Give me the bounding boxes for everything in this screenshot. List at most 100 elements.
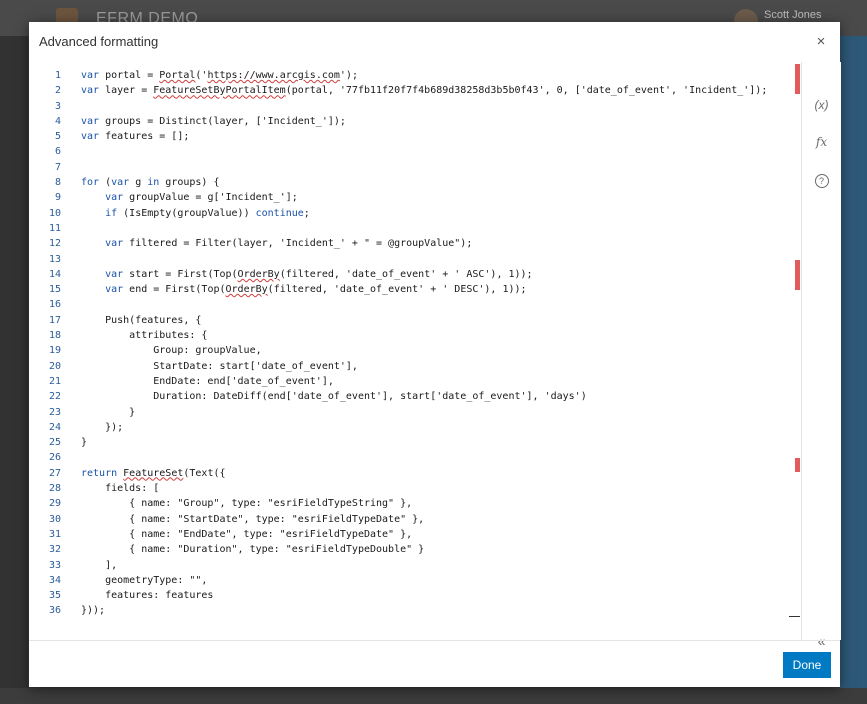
code-line[interactable]: { name: "StartDate", type: "esriFieldTyp… [81, 512, 767, 527]
code-line[interactable]: } [81, 405, 767, 420]
code-keyword: var [105, 268, 124, 280]
code-text: groups) { [159, 177, 220, 189]
code-text: { name: "StartDate", type: "esriFieldTyp… [81, 513, 425, 525]
editor-scrollbar[interactable] [789, 62, 801, 640]
line-number: 27 [48, 467, 61, 479]
dialog-title: Advanced formatting [39, 34, 159, 49]
done-button[interactable]: Done [783, 652, 831, 678]
code-line[interactable] [81, 99, 767, 114]
code-line[interactable]: features: features [81, 588, 767, 603]
code-line[interactable]: })); [81, 603, 767, 618]
line-number: 10 [48, 207, 61, 219]
code-keyword: var [81, 70, 100, 81]
code-text: } [81, 437, 88, 449]
line-number: 21 [48, 375, 61, 387]
code-line[interactable]: var start = First(Top(OrderBy(filtered, … [81, 267, 767, 282]
code-line[interactable]: }); [81, 420, 767, 435]
code-text: }); [81, 421, 124, 433]
code-line[interactable]: Duration: DateDiff(end['date_of_event'],… [81, 389, 767, 404]
code-line[interactable]: var filtered = Filter(layer, 'Incident_'… [81, 236, 767, 251]
code-text: ( [99, 177, 112, 189]
code-error-token: FeatureSet [123, 467, 184, 479]
code-line[interactable]: attributes: { [81, 328, 767, 343]
code-text: ], [81, 559, 118, 571]
line-number: 1 [54, 70, 61, 81]
code-keyword: var [81, 115, 100, 127]
code-line[interactable]: ], [81, 558, 767, 573]
code-text: groupValue = g['Incident_']; [123, 192, 298, 204]
code-line[interactable]: var layer = FeatureSetByPortalItem(porta… [81, 83, 767, 98]
error-marker[interactable] [795, 458, 800, 472]
error-marker[interactable] [795, 64, 800, 94]
code-keyword: in [147, 177, 160, 189]
line-number: 28 [48, 483, 61, 495]
line-number: 17 [48, 314, 61, 326]
line-number: 32 [48, 544, 61, 556]
dialog-header: Advanced formatting × [29, 22, 840, 63]
code-line[interactable]: fields: [ [81, 481, 767, 496]
code-keyword: var [81, 85, 100, 97]
code-text: Push(features, { [81, 314, 202, 326]
code-line[interactable]: } [81, 435, 767, 450]
functions-icon[interactable]: fx [802, 135, 841, 149]
code-line[interactable]: geometryType: "", [81, 573, 767, 588]
code-text: fields: [ [81, 483, 160, 495]
code-error-token: Portal [159, 70, 196, 81]
line-number: 31 [48, 528, 61, 540]
code-line[interactable]: Group: groupValue, [81, 343, 767, 358]
code-line[interactable] [81, 221, 767, 236]
code-lines[interactable]: var portal = Portal('https://www.arcgis.… [81, 68, 767, 619]
help-icon[interactable]: ? [802, 173, 841, 188]
line-number: 3 [54, 100, 61, 112]
code-keyword: var [105, 238, 124, 250]
variables-icon[interactable]: (x) [802, 98, 841, 112]
line-number: 13 [48, 253, 61, 265]
code-keyword: return [81, 467, 118, 479]
code-error-token: FeatureSetByPortalItem [153, 85, 286, 97]
code-line[interactable]: var features = []; [81, 129, 767, 144]
line-number: 15 [48, 284, 61, 296]
code-line[interactable]: var portal = Portal('https://www.arcgis.… [81, 68, 767, 83]
code-keyword: var [105, 192, 124, 204]
code-line[interactable]: for (var g in groups) { [81, 175, 767, 190]
line-number: 6 [54, 146, 61, 158]
code-text: layer = [99, 85, 154, 97]
code-text: ; [303, 207, 310, 219]
code-line[interactable] [81, 160, 767, 175]
code-line[interactable]: return FeatureSet(Text({ [81, 466, 767, 481]
code-line[interactable]: { name: "EndDate", type: "esriFieldTypeD… [81, 527, 767, 542]
line-number: 34 [48, 574, 61, 586]
code-line[interactable]: StartDate: start['date_of_event'], [81, 359, 767, 374]
code-text: Duration: DateDiff(end['date_of_event'],… [81, 391, 587, 403]
code-text: filtered = Filter(layer, 'Incident_' + "… [123, 238, 473, 250]
code-line[interactable] [81, 450, 767, 465]
close-icon[interactable]: × [812, 33, 830, 51]
code-text: { name: "Duration", type: "esriFieldType… [81, 544, 425, 556]
code-line[interactable]: EndDate: end['date_of_event'], [81, 374, 767, 389]
code-editor[interactable]: 1 2 3 4 5 6 7 8 9 10 11 12 13 14 15 16 1… [29, 62, 789, 640]
code-line[interactable]: var groupValue = g['Incident_']; [81, 190, 767, 205]
line-number: 26 [48, 452, 61, 464]
code-line[interactable]: { name: "Group", type: "esriFieldTypeStr… [81, 496, 767, 511]
code-line[interactable] [81, 144, 767, 159]
code-line[interactable]: var groups = Distinct(layer, ['Incident_… [81, 114, 767, 129]
user-name[interactable]: Scott Jones [764, 9, 821, 21]
code-line[interactable] [81, 252, 767, 267]
error-marker[interactable] [795, 260, 800, 290]
code-text: portal = [99, 70, 160, 81]
advanced-formatting-dialog: Advanced formatting × 1 2 3 4 5 6 7 8 9 … [29, 22, 841, 687]
code-text: '); [339, 70, 358, 81]
code-line[interactable]: { name: "Duration", type: "esriFieldType… [81, 542, 767, 557]
code-error-token: OrderBy [225, 284, 268, 296]
code-text: (' [195, 70, 208, 81]
line-number: 33 [48, 559, 61, 571]
code-line[interactable]: var end = First(Top(OrderBy(filtered, 'd… [81, 282, 767, 297]
line-number: 30 [48, 513, 61, 525]
code-text: StartDate: start['date_of_event'], [81, 360, 358, 372]
code-line[interactable]: if (IsEmpty(groupValue)) continue; [81, 206, 767, 221]
code-line[interactable]: Push(features, { [81, 313, 767, 328]
code-line[interactable] [81, 297, 767, 312]
code-text: (IsEmpty(groupValue)) [117, 207, 256, 219]
